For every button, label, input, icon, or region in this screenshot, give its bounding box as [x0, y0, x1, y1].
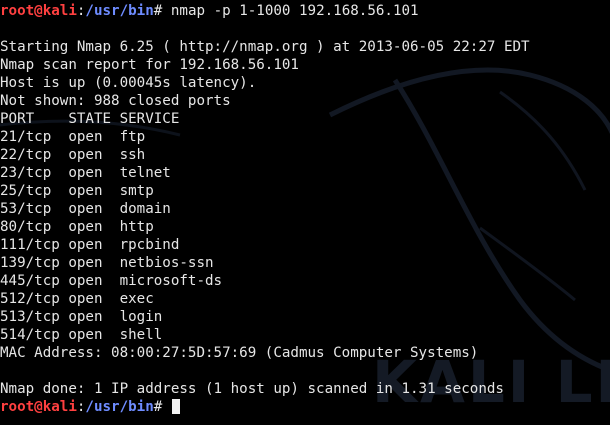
terminal-content: root@kali:/usr/bin# nmap -p 1-1000 192.1…: [0, 2, 610, 416]
scan-summary-line: Nmap done: 1 IP address (1 host up) scan…: [0, 381, 504, 397]
prompt-user-host: root@kali: [0, 399, 77, 415]
port-row: 25/tcp open smtp: [0, 183, 154, 199]
prompt-symbol: #: [153, 399, 163, 415]
port-row: 23/tcp open telnet: [0, 165, 171, 181]
output-line: Starting Nmap 6.25 ( http://nmap.org ) a…: [0, 39, 530, 55]
port-row: 513/tcp open login: [0, 309, 163, 325]
block-cursor-icon: [171, 399, 180, 414]
port-row: 514/tcp open shell: [0, 327, 163, 343]
prompt-path: /usr/bin: [85, 3, 154, 19]
port-row: 139/tcp open netbios-ssn: [0, 255, 214, 271]
port-row: 111/tcp open rpcbind: [0, 237, 180, 253]
mac-address-line: MAC Address: 08:00:27:5D:57:69 (Cadmus C…: [0, 345, 479, 361]
prompt-path: /usr/bin: [85, 399, 154, 415]
command-text: nmap -p 1-1000 192.168.56.101: [170, 3, 419, 19]
output-line: Host is up (0.00045s latency).: [0, 75, 257, 91]
input-prompt-line[interactable]: root@kali:/usr/bin#: [0, 398, 610, 416]
port-row: 53/tcp open domain: [0, 201, 171, 217]
terminal-window[interactable]: KALI LIN root@kali:/usr/bin# nmap -p 1-1…: [0, 0, 610, 425]
port-row: 445/tcp open microsoft-ds: [0, 273, 223, 289]
output-line: Nmap scan report for 192.168.56.101: [0, 57, 299, 73]
port-row: 22/tcp open ssh: [0, 147, 146, 163]
prompt-user-host: root@kali: [0, 3, 77, 19]
port-row: 80/tcp open http: [0, 219, 154, 235]
ports-header: PORT STATE SERVICE: [0, 111, 180, 127]
prompt-symbol: #: [153, 3, 163, 19]
command-line: root@kali:/usr/bin# nmap -p 1-1000 192.1…: [0, 2, 610, 20]
port-row: 21/tcp open ftp: [0, 129, 146, 145]
port-row: 512/tcp open exec: [0, 291, 154, 307]
output-line: Not shown: 988 closed ports: [0, 93, 231, 109]
